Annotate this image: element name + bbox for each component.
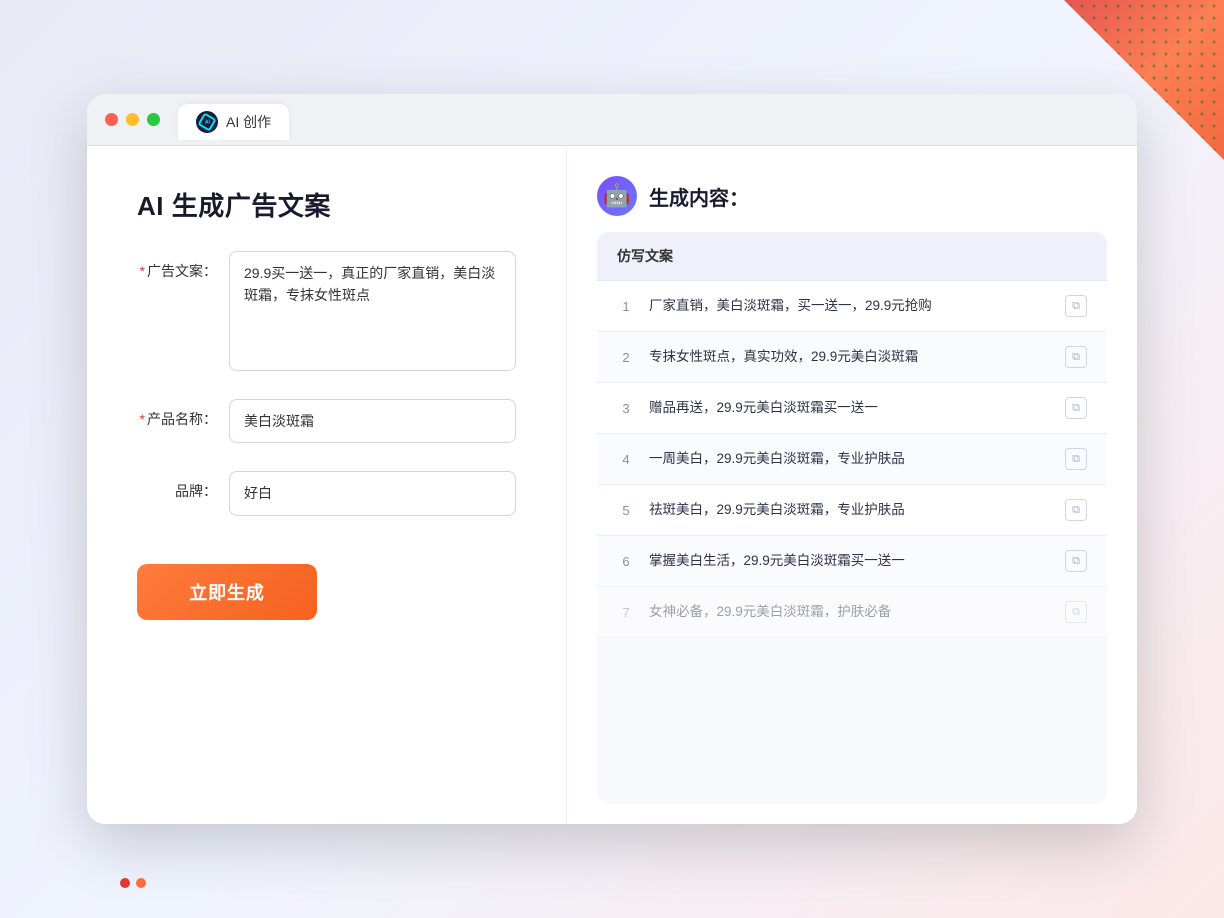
product-name-input[interactable]	[229, 399, 516, 443]
copy-button[interactable]: ⧉	[1065, 346, 1087, 368]
brand-input[interactable]	[229, 471, 516, 515]
list-item: 2 专抹女性斑点，真实功效，29.9元美白淡斑霜 ⧉	[597, 332, 1107, 383]
result-number: 3	[617, 401, 635, 416]
copy-button[interactable]: ⧉	[1065, 601, 1087, 623]
page-title: AI 生成广告文案	[137, 186, 516, 223]
list-item: 6 掌握美白生活，29.9元美白淡斑霜买一送一 ⧉	[597, 536, 1107, 587]
required-star-2: *	[140, 411, 145, 427]
result-text: 赠品再送，29.9元美白淡斑霜买一送一	[649, 398, 1051, 418]
brand-group: 品牌：	[137, 471, 516, 515]
maximize-button[interactable]	[147, 113, 160, 126]
ad-copy-label: *广告文案：	[137, 251, 217, 281]
copy-button[interactable]: ⧉	[1065, 295, 1087, 317]
close-button[interactable]	[105, 113, 118, 126]
results-header: 仿写文案	[597, 232, 1107, 281]
result-number: 6	[617, 554, 635, 569]
generate-button[interactable]: 立即生成	[137, 564, 317, 620]
result-text: 专抹女性斑点，真实功效，29.9元美白淡斑霜	[649, 347, 1051, 367]
result-number: 7	[617, 605, 635, 620]
copy-button[interactable]: ⧉	[1065, 499, 1087, 521]
robot-icon: 🤖	[597, 176, 637, 216]
bottom-decoration	[120, 878, 146, 888]
result-number: 5	[617, 503, 635, 518]
right-title: 生成内容：	[649, 182, 749, 211]
result-text: 一周美白，29.9元美白淡斑霜，专业护肤品	[649, 449, 1051, 469]
result-text: 祛斑美白，29.9元美白淡斑霜，专业护肤品	[649, 500, 1051, 520]
browser-window: AI 创作 AI 生成广告文案 *广告文案： 29.9买一送一，真正的厂家直销，…	[87, 94, 1137, 824]
ai-icon	[197, 112, 216, 131]
tab-icon	[196, 111, 218, 133]
copy-button[interactable]: ⧉	[1065, 550, 1087, 572]
robot-face: 🤖	[603, 183, 630, 209]
list-item: 4 一周美白，29.9元美白淡斑霜，专业护肤品 ⧉	[597, 434, 1107, 485]
result-text: 女神必备，29.9元美白淡斑霜，护肤必备	[649, 602, 1051, 622]
list-item: 3 赠品再送，29.9元美白淡斑霜买一送一 ⧉	[597, 383, 1107, 434]
ad-copy-input[interactable]: 29.9买一送一，真正的厂家直销，美白淡斑霜，专抹女性斑点	[229, 251, 516, 371]
results-container: 仿写文案 1 厂家直销，美白淡斑霜，买一送一，29.9元抢购 ⧉ 2 专抹女性斑点，真实…	[597, 232, 1107, 804]
copy-button[interactable]: ⧉	[1065, 397, 1087, 419]
ad-copy-group: *广告文案： 29.9买一送一，真正的厂家直销，美白淡斑霜，专抹女性斑点	[137, 251, 516, 371]
list-item: 7 女神必备，29.9元美白淡斑霜，护肤必备 ⧉	[597, 587, 1107, 638]
tab-label: AI 创作	[226, 112, 271, 132]
browser-content: AI 生成广告文案 *广告文案： 29.9买一送一，真正的厂家直销，美白淡斑霜，…	[87, 146, 1137, 824]
copy-button[interactable]: ⧉	[1065, 448, 1087, 470]
left-panel: AI 生成广告文案 *广告文案： 29.9买一送一，真正的厂家直销，美白淡斑霜，…	[87, 146, 567, 824]
results-list: 1 厂家直销，美白淡斑霜，买一送一，29.9元抢购 ⧉ 2 专抹女性斑点，真实功效，29…	[597, 281, 1107, 804]
browser-tab[interactable]: AI 创作	[178, 104, 289, 140]
result-number: 2	[617, 350, 635, 365]
list-item: 5 祛斑美白，29.9元美白淡斑霜，专业护肤品 ⧉	[597, 485, 1107, 536]
right-header: 🤖 生成内容：	[597, 176, 1107, 216]
titlebar: AI 创作	[87, 94, 1137, 146]
minimize-button[interactable]	[126, 113, 139, 126]
result-text: 厂家直销，美白淡斑霜，买一送一，29.9元抢购	[649, 296, 1051, 316]
right-panel: 🤖 生成内容： 仿写文案 1 厂家直销，美白淡斑霜，买一送一，29.9元抢购 ⧉ 2专…	[567, 146, 1137, 824]
product-name-label: *产品名称：	[137, 399, 217, 429]
product-name-group: *产品名称：	[137, 399, 516, 443]
traffic-lights	[105, 113, 160, 126]
required-star: *	[140, 263, 145, 279]
brand-label: 品牌：	[137, 471, 217, 501]
list-item: 1 厂家直销，美白淡斑霜，买一送一，29.9元抢购 ⧉	[597, 281, 1107, 332]
result-text: 掌握美白生活，29.9元美白淡斑霜买一送一	[649, 551, 1051, 571]
result-number: 4	[617, 452, 635, 467]
result-number: 1	[617, 299, 635, 314]
